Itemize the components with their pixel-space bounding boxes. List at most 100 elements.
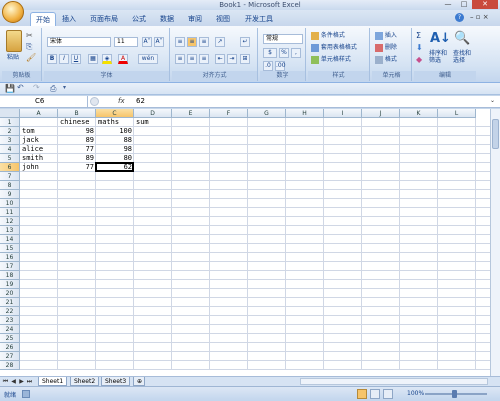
- number-format-select[interactable]: 常规: [263, 34, 303, 44]
- row-header-11[interactable]: 11: [0, 208, 20, 217]
- row-header-13[interactable]: 13: [0, 226, 20, 235]
- column-header-j[interactable]: J: [362, 109, 400, 118]
- horizontal-scrollbar[interactable]: [300, 378, 488, 385]
- format-cells-button[interactable]: 格式: [375, 55, 397, 65]
- row-header-6[interactable]: 6: [0, 163, 20, 172]
- accounting-format-icon[interactable]: $: [263, 48, 277, 58]
- delete-cells-button[interactable]: 删除: [375, 43, 397, 53]
- row-header-21[interactable]: 21: [0, 298, 20, 307]
- cell-a5[interactable]: smith: [20, 154, 58, 163]
- column-header-b[interactable]: B: [58, 109, 96, 118]
- normal-view-icon[interactable]: [357, 389, 367, 399]
- zoom-level[interactable]: 100%: [407, 390, 424, 397]
- percent-button[interactable]: %: [279, 48, 289, 58]
- row-header-4[interactable]: 4: [0, 145, 20, 154]
- tab-developer[interactable]: 开发工具: [242, 12, 276, 26]
- save-icon[interactable]: 💾: [5, 84, 15, 93]
- cell-d1[interactable]: sum: [134, 118, 172, 127]
- align-bottom-icon[interactable]: ≡: [199, 37, 209, 47]
- align-left-icon[interactable]: ≡: [175, 54, 185, 64]
- formula-input[interactable]: 62: [136, 96, 145, 107]
- column-header-f[interactable]: F: [210, 109, 248, 118]
- paste-button[interactable]: 粘贴: [7, 53, 19, 63]
- row-header-5[interactable]: 5: [0, 154, 20, 163]
- font-name-select[interactable]: 宋体: [47, 37, 111, 47]
- align-top-icon[interactable]: ≡: [175, 37, 185, 47]
- print-icon[interactable]: ⎙: [50, 84, 56, 94]
- row-header-2[interactable]: 2: [0, 127, 20, 136]
- row-header-10[interactable]: 10: [0, 199, 20, 208]
- zoom-slider-handle[interactable]: [452, 390, 457, 398]
- format-as-table-button[interactable]: 套用表格格式: [311, 43, 357, 53]
- cell-styles-button[interactable]: 单元格样式: [311, 55, 351, 65]
- insert-cells-button[interactable]: 插入: [375, 31, 397, 41]
- copy-icon[interactable]: ⎘: [26, 42, 32, 52]
- row-header-25[interactable]: 25: [0, 334, 20, 343]
- office-button[interactable]: [2, 1, 24, 23]
- row-header-15[interactable]: 15: [0, 244, 20, 253]
- macro-record-icon[interactable]: [22, 390, 30, 398]
- ribbon-window-controls-icon[interactable]: – ▫ ×: [470, 13, 489, 21]
- tab-data[interactable]: 数据: [156, 12, 178, 26]
- cell-b1[interactable]: chinese: [58, 118, 96, 127]
- page-break-view-icon[interactable]: [383, 389, 393, 399]
- fill-icon[interactable]: ⬇: [416, 43, 423, 52]
- cell-a4[interactable]: alice: [20, 145, 58, 154]
- prev-sheet-icon[interactable]: ◀: [10, 377, 17, 386]
- sheet-tab-sheet3[interactable]: Sheet3: [101, 377, 131, 386]
- find-select-button[interactable]: 查找和选择: [453, 50, 473, 64]
- border-button[interactable]: ▦: [88, 54, 98, 64]
- page-layout-view-icon[interactable]: [370, 389, 380, 399]
- tab-home[interactable]: 开始: [30, 12, 56, 26]
- column-header-k[interactable]: K: [400, 109, 438, 118]
- increase-indent-icon[interactable]: ⇥: [227, 54, 237, 64]
- wrap-text-icon[interactable]: ↵: [240, 37, 250, 47]
- sheet-tab-sheet2[interactable]: Sheet2: [70, 377, 100, 386]
- row-header-26[interactable]: 26: [0, 343, 20, 352]
- cell-c2[interactable]: 100: [96, 127, 134, 136]
- align-middle-icon[interactable]: ≡: [187, 37, 197, 47]
- cell-b4[interactable]: 77: [58, 145, 96, 154]
- column-header-e[interactable]: E: [172, 109, 210, 118]
- select-all-corner[interactable]: [0, 109, 20, 118]
- sort-filter-button[interactable]: 排序和筛选: [429, 50, 449, 64]
- close-button[interactable]: ✕: [472, 0, 498, 9]
- column-header-a[interactable]: A: [20, 109, 58, 118]
- column-header-h[interactable]: H: [286, 109, 324, 118]
- cell-c3[interactable]: 88: [96, 136, 134, 145]
- cell-b2[interactable]: 98: [58, 127, 96, 136]
- vertical-scrollbar[interactable]: [490, 109, 500, 376]
- decrease-decimal-icon[interactable]: .00: [275, 61, 286, 71]
- align-center-icon[interactable]: ≡: [187, 54, 197, 64]
- insert-function-button[interactable]: fx: [118, 96, 130, 107]
- decrease-indent-icon[interactable]: ⇤: [215, 54, 225, 64]
- worksheet-grid[interactable]: ABCDEFGHIJKL 1 2 3 4 5 6 7 8 9 10 11 12 13 14 15 16 17 18…: [0, 109, 500, 376]
- cancel-entry-icon[interactable]: [90, 97, 99, 106]
- insert-sheet-icon[interactable]: ⊕: [133, 377, 145, 386]
- autosum-button[interactable]: Σ: [416, 31, 421, 41]
- row-header-9[interactable]: 9: [0, 190, 20, 199]
- row-header-3[interactable]: 3: [0, 136, 20, 145]
- find-select-icon[interactable]: 🔍: [454, 31, 470, 46]
- comma-button[interactable]: ,: [291, 48, 301, 58]
- redo-icon[interactable]: ↷: [33, 83, 40, 92]
- cell-b6[interactable]: 77: [58, 163, 96, 172]
- column-header-i[interactable]: I: [324, 109, 362, 118]
- clear-icon[interactable]: ◆: [416, 55, 422, 64]
- row-header-12[interactable]: 12: [0, 217, 20, 226]
- active-cell-cursor[interactable]: [95, 162, 134, 172]
- row-header-22[interactable]: 22: [0, 307, 20, 316]
- cut-icon[interactable]: ✂: [26, 31, 33, 40]
- sheet-tab-sheet1[interactable]: Sheet1: [38, 377, 68, 386]
- column-header-c[interactable]: C: [96, 109, 134, 118]
- cell-a6[interactable]: john: [20, 163, 58, 172]
- row-header-19[interactable]: 19: [0, 280, 20, 289]
- increase-decimal-icon[interactable]: .0: [263, 61, 273, 71]
- row-header-17[interactable]: 17: [0, 262, 20, 271]
- cell-c4[interactable]: 98: [96, 145, 134, 154]
- maximize-button[interactable]: □: [456, 0, 472, 9]
- next-sheet-icon[interactable]: ▶: [18, 377, 25, 386]
- phonetic-button[interactable]: wén: [138, 54, 158, 64]
- font-color-button[interactable]: A: [118, 54, 128, 64]
- tab-page-layout[interactable]: 页面布局: [86, 12, 122, 26]
